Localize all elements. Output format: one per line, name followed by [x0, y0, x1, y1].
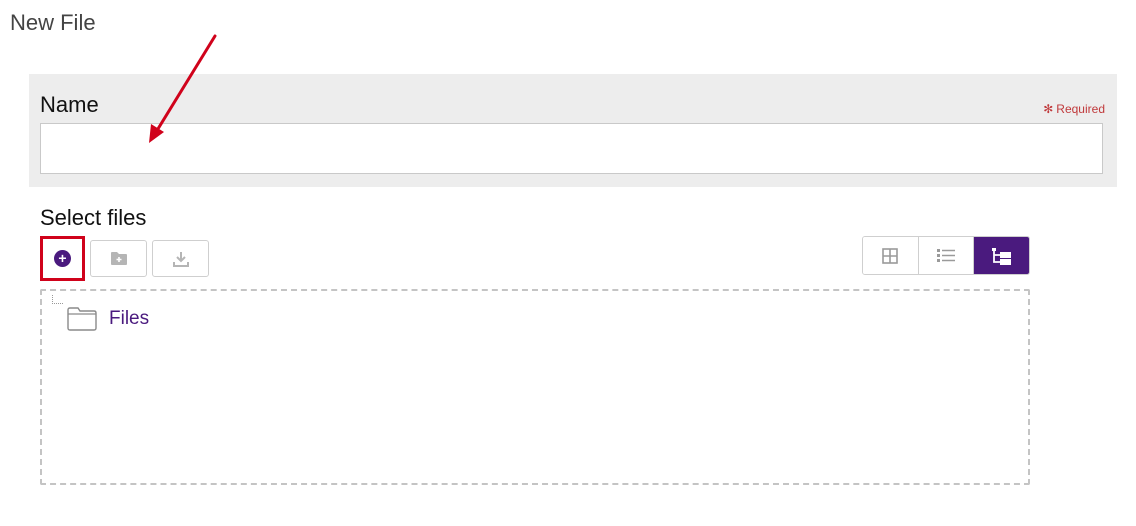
page-title: New File — [10, 10, 96, 35]
file-drop-area[interactable]: Files — [40, 289, 1030, 485]
download-icon — [172, 251, 189, 267]
grid-view-icon — [882, 247, 899, 264]
folder-icon — [67, 307, 97, 331]
required-indicator: ✻ Required — [1043, 102, 1105, 116]
tree-view-button[interactable] — [974, 237, 1029, 274]
list-view-button[interactable] — [918, 237, 975, 274]
download-button[interactable] — [152, 240, 209, 277]
tree-connector — [52, 295, 63, 304]
grid-view-button[interactable] — [863, 237, 919, 274]
add-files-button[interactable]: + — [40, 236, 85, 281]
name-input[interactable] — [40, 123, 1103, 174]
tree-view-icon — [991, 247, 1011, 265]
name-label: Name — [40, 92, 99, 117]
tree-node-label: Files — [109, 308, 150, 329]
new-folder-button[interactable] — [90, 240, 147, 277]
asterisk-icon: ✻ — [1043, 102, 1054, 116]
name-field-panel: Name ✻ Required — [29, 74, 1117, 187]
tree-node-files[interactable]: Files — [67, 307, 149, 331]
list-view-icon — [937, 249, 955, 262]
select-files-label: Select files — [40, 205, 147, 230]
view-toggle-group — [862, 236, 1030, 275]
folder-plus-icon — [110, 252, 127, 265]
required-text: Required — [1056, 102, 1105, 116]
plus-circle-icon: + — [54, 250, 71, 267]
